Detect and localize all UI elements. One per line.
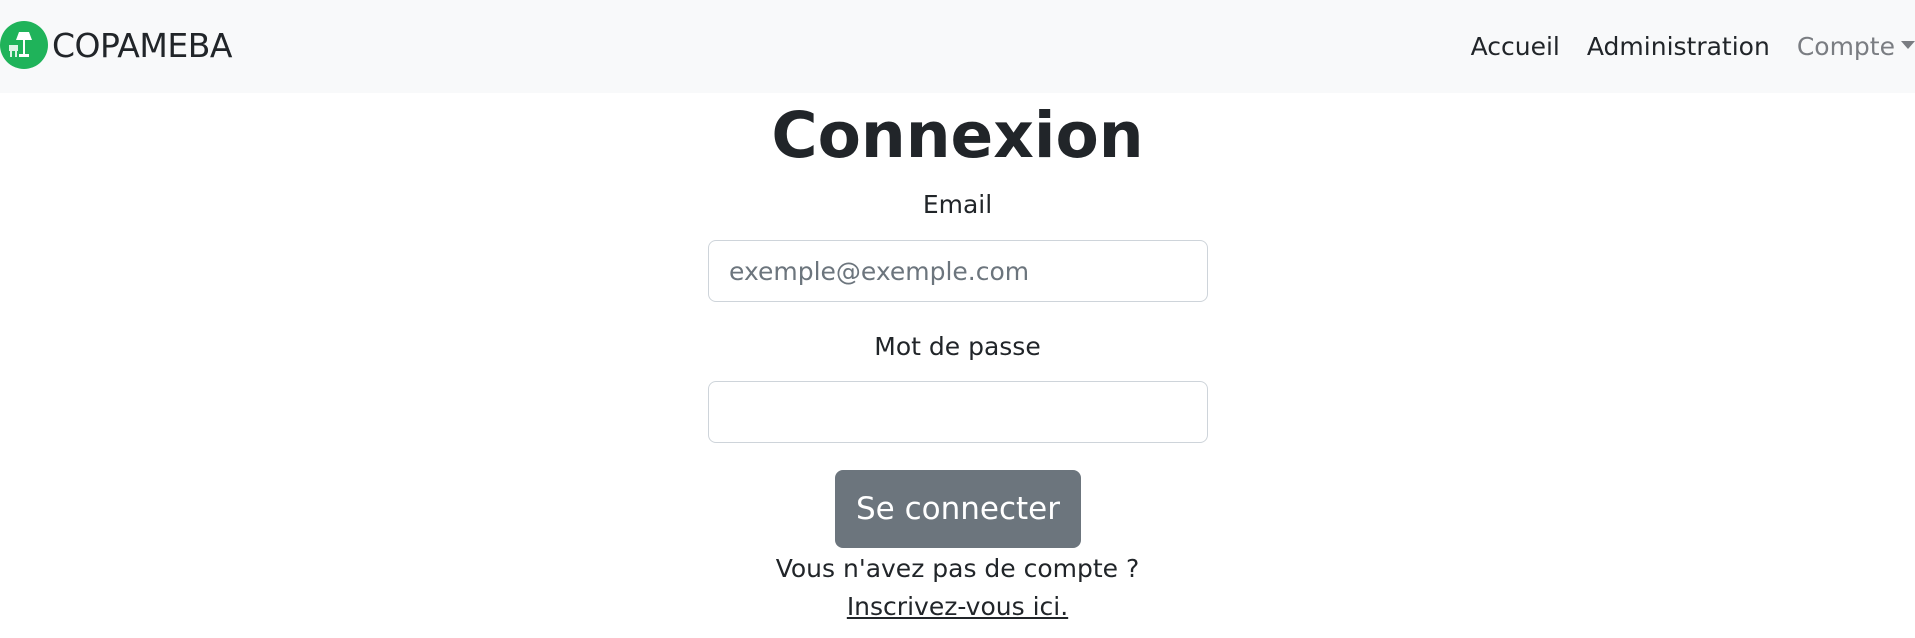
signup-link[interactable]: Inscrivez-vous ici. [847, 592, 1068, 621]
nav-link-home[interactable]: Accueil [1471, 32, 1560, 61]
email-field[interactable] [708, 240, 1208, 302]
navbar: COPAMEBA Accueil Administration Compte [0, 0, 1915, 93]
nav-links: Accueil Administration Compte [1444, 26, 1915, 66]
brand-link[interactable]: COPAMEBA [0, 20, 232, 70]
signup-link-container: Inscrivez-vous ici. [0, 592, 1915, 621]
nav-dropdown-account[interactable]: Compte [1797, 32, 1915, 61]
brand-name: COPAMEBA [52, 25, 232, 65]
lamp-logo-icon [0, 21, 48, 69]
page-title: Connexion [771, 99, 1144, 172]
signup-prompt: Vous n'avez pas de compte ? [775, 554, 1140, 583]
caret-down-icon [1901, 40, 1915, 49]
password-field[interactable] [708, 381, 1208, 443]
password-label: Mot de passe [874, 332, 1041, 361]
email-label: Email [922, 190, 993, 219]
nav-dropdown-account-label: Compte [1796, 31, 1895, 61]
nav-link-administration[interactable]: Administration [1587, 32, 1770, 61]
login-button[interactable]: Se connecter [835, 470, 1081, 548]
